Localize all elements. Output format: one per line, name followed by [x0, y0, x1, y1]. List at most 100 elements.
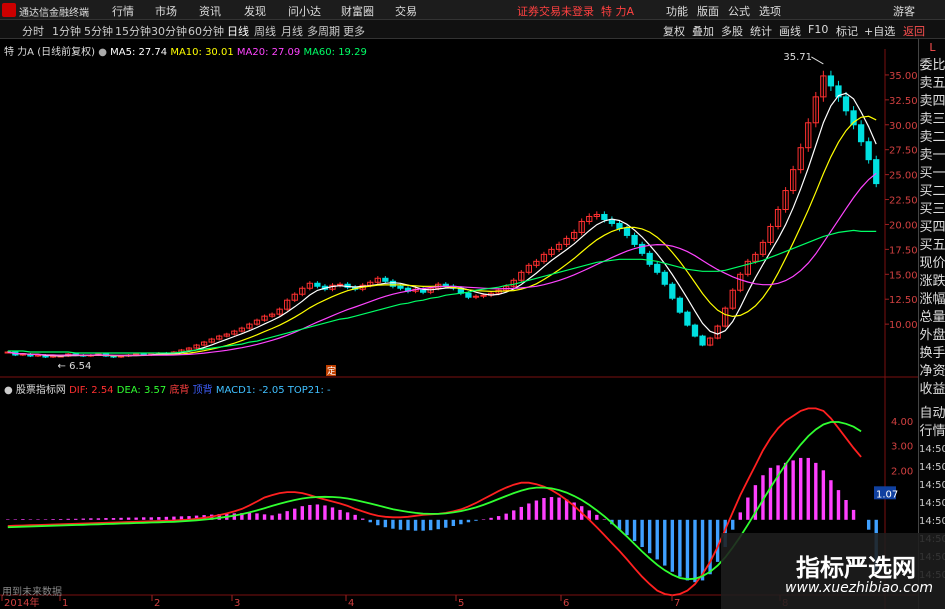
- price-tick-label: 12.50: [889, 295, 918, 306]
- legend-top-divergence: 顶背: [192, 385, 213, 396]
- side-panel-item[interactable]: 卖一: [919, 147, 945, 165]
- period-monthly[interactable]: 月线: [281, 23, 303, 39]
- sub-indicator-icon: ●: [4, 385, 13, 396]
- chart-area: 35.71 ← 6.54 定 35.00 32.50 30.00 27.50 25.00 22…: [0, 39, 918, 609]
- candle-body: [691, 324, 699, 337]
- menu-bar: 通达信金融终端 行情 市场 资讯 发现 问小达 财富圈 交易 证券交易未登录 特…: [0, 0, 945, 20]
- candle-body: [314, 282, 321, 287]
- watermark-url: www.xuezhibiao.com: [785, 580, 934, 596]
- side-panel-item[interactable]: 自动: [919, 405, 945, 423]
- tool-adjust[interactable]: 复权: [663, 23, 685, 39]
- candle-body: [465, 292, 472, 298]
- side-panel-item[interactable]: L: [919, 39, 945, 57]
- side-panel-item[interactable]: 现价: [919, 255, 945, 273]
- legend-ma10: MA10: 30.01: [170, 47, 234, 58]
- chart-grid: [0, 49, 918, 609]
- legend-dea: DEA: 3.57: [116, 385, 167, 396]
- candle-body: [480, 294, 487, 297]
- period-1min[interactable]: 1分钟: [52, 23, 81, 39]
- side-panel-item[interactable]: 涨幅: [919, 291, 945, 309]
- side-panel-item[interactable]: 买三: [919, 201, 945, 219]
- menu-options[interactable]: 选项: [759, 3, 781, 19]
- candle-body: [472, 295, 480, 298]
- menu-discover[interactable]: 发现: [244, 3, 266, 19]
- candle-body: [661, 271, 668, 285]
- period-5min[interactable]: 5分钟: [84, 23, 113, 39]
- side-panel-item[interactable]: 卖五: [919, 75, 945, 93]
- side-panel-item[interactable]: 行情: [919, 423, 945, 441]
- period-60min[interactable]: 60分钟: [188, 23, 224, 39]
- side-panel-item[interactable]: 卖四: [919, 93, 945, 111]
- side-panel-item[interactable]: 买五: [919, 237, 945, 255]
- period-multi[interactable]: 多周期: [307, 23, 340, 39]
- candle-body: [857, 124, 865, 143]
- side-panel-item[interactable]: 卖二: [919, 129, 945, 147]
- macd-tick-label: 4.00: [891, 417, 913, 428]
- tool-back[interactable]: 返回: [903, 23, 925, 39]
- side-panel-item[interactable]: 14:50: [919, 495, 945, 513]
- candle-body: [827, 75, 835, 87]
- marker-label: 定: [327, 365, 336, 377]
- guest-label[interactable]: 游客: [893, 3, 915, 19]
- macd-tick-label: 1.07: [876, 489, 898, 500]
- tool-mark[interactable]: 标记: [836, 23, 858, 39]
- menu-trade[interactable]: 交易: [395, 3, 417, 19]
- side-panel-item[interactable]: 14:50: [919, 477, 945, 495]
- side-panel-item[interactable]: 总量: [919, 309, 945, 327]
- period-daily[interactable]: 日线: [227, 23, 249, 39]
- main-legend-name: 特 力A (日线前复权): [4, 47, 96, 58]
- app-logo-icon: [2, 3, 16, 17]
- side-panel-item[interactable]: 净资: [919, 363, 945, 381]
- menu-layout[interactable]: 版面: [697, 3, 719, 19]
- side-panel-item[interactable]: 外盘: [919, 327, 945, 345]
- period-more[interactable]: 更多: [343, 23, 365, 39]
- tool-multi-stock[interactable]: 多股: [721, 23, 743, 39]
- watermark-title: 指标严选网: [796, 554, 916, 582]
- legend-dif: DIF: 2.54: [69, 385, 114, 396]
- candle-body: [397, 285, 404, 289]
- price-tick-label: 35.00: [889, 71, 918, 82]
- x-tick-label: 1: [62, 598, 68, 609]
- main-legend: 特 力A (日线前复权) ● MA5: 27.74 MA10: 30.01 MA…: [4, 43, 367, 58]
- side-panel-item[interactable]: 买一: [919, 165, 945, 183]
- side-panel-item[interactable]: 14:50: [919, 513, 945, 531]
- tool-f10[interactable]: F10: [808, 23, 828, 36]
- quote-side-panel[interactable]: L 委比 卖五 卖四 卖三 卖二 卖一 买一 买二 买三 买四 买五 现价 涨跌 涨幅 总量 外盘 换手 净资 收益自…: [918, 39, 945, 609]
- kline-plot[interactable]: 35.71 ← 6.54 定: [4, 52, 880, 377]
- tool-overlay[interactable]: 叠加: [692, 23, 714, 39]
- menu-news[interactable]: 资讯: [199, 3, 221, 19]
- candle-body: [382, 277, 389, 282]
- menu-formula[interactable]: 公式: [728, 3, 750, 19]
- menu-function[interactable]: 功能: [666, 3, 688, 19]
- candle-body: [646, 252, 653, 265]
- period-30min[interactable]: 30分钟: [151, 23, 187, 39]
- menu-wealth[interactable]: 财富圈: [341, 3, 374, 19]
- candle-body: [842, 96, 850, 112]
- side-panel-item[interactable]: 委比: [919, 57, 945, 75]
- period-weekly[interactable]: 周线: [254, 23, 276, 39]
- period-15min[interactable]: 15分钟: [115, 23, 151, 39]
- price-tick-label: 30.00: [889, 121, 918, 132]
- menu-market[interactable]: 市场: [155, 3, 177, 19]
- side-panel-item[interactable]: 收益: [919, 381, 945, 399]
- legend-dot-icon: ●: [98, 47, 107, 58]
- side-panel-item[interactable]: 涨跌: [919, 273, 945, 291]
- legend-ma60: MA60: 19.29: [303, 47, 367, 58]
- menu-market-quotes[interactable]: 行情: [112, 3, 134, 19]
- tool-stats[interactable]: 统计: [750, 23, 772, 39]
- side-panel-item[interactable]: 买二: [919, 183, 945, 201]
- login-notice: 证券交易未登录 特 力A: [517, 3, 634, 19]
- candle-body: [631, 234, 638, 245]
- period-timeshare[interactable]: 分时: [22, 23, 44, 39]
- side-panel-item[interactable]: 14:50: [919, 441, 945, 459]
- x-tick-label: 4: [348, 598, 354, 609]
- side-panel-item[interactable]: 买四: [919, 219, 945, 237]
- side-panel-item[interactable]: 14:50: [919, 459, 945, 477]
- tool-add-watchlist[interactable]: +自选: [864, 23, 895, 39]
- price-tick-label: 25.00: [889, 171, 918, 182]
- menu-ask[interactable]: 问小达: [288, 3, 321, 19]
- tool-draw[interactable]: 画线: [779, 23, 801, 39]
- price-tick-label: 15.00: [889, 270, 918, 281]
- side-panel-item[interactable]: 换手: [919, 345, 945, 363]
- side-panel-item[interactable]: 卖三: [919, 111, 945, 129]
